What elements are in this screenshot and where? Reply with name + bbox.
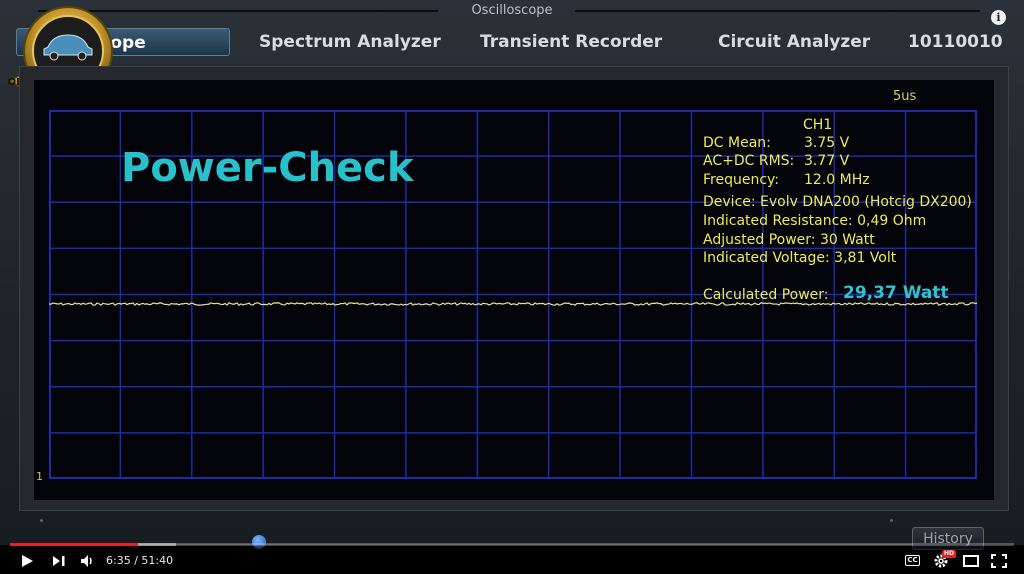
readout-frequency: Frequency: 12.0 MHz	[703, 172, 870, 188]
timebase-label: 5us	[893, 89, 917, 104]
channel-marker: 1	[36, 470, 43, 483]
readout-dc-mean: DC Mean: 3.75 V	[703, 135, 849, 151]
channel-label: CH1	[803, 117, 833, 133]
readout-rms: AC+DC RMS: 3.77 V	[703, 153, 849, 169]
hd-badge: HD	[942, 550, 957, 558]
play-icon[interactable]	[20, 554, 34, 568]
theater-icon[interactable]	[963, 555, 979, 567]
calculated-power-label: Calculated Power:	[703, 287, 829, 303]
adjusted-power-line: Adjusted Power: 30 Watt	[703, 232, 875, 248]
indicated-voltage-line: Indicated Voltage: 3,81 Volt	[703, 250, 897, 266]
readout-value: 12.0 MHz	[804, 172, 870, 188]
tab-transient-recorder[interactable]: Transient Recorder	[480, 28, 662, 56]
video-time: 6:35 / 51:40	[106, 554, 174, 567]
next-icon[interactable]	[52, 555, 66, 567]
scale-tick	[890, 519, 893, 522]
overlay-title: Power-Check	[121, 145, 414, 191]
tab-binary[interactable]: 10110010	[908, 28, 1003, 56]
tab-circuit-analyzer[interactable]: Circuit Analyzer	[718, 28, 870, 56]
volume-icon[interactable]	[80, 554, 96, 568]
cc-icon[interactable]: CC	[905, 555, 920, 566]
readout-label: DC Mean:	[703, 135, 771, 151]
signal-trace	[49, 302, 977, 306]
readout-value: 3.77 V	[804, 153, 850, 169]
video-buffer-bar	[137, 543, 176, 546]
readout-label: Frequency:	[703, 172, 780, 188]
calculated-power-value: 29,37 Watt	[843, 283, 949, 303]
info-icon[interactable]: i	[991, 10, 1006, 25]
scale-tick	[40, 519, 43, 522]
device-line: Device: Evolv DNA200 (Hotcig DX200)	[703, 194, 972, 210]
video-progress-fill	[10, 543, 138, 546]
fullscreen-icon[interactable]	[991, 554, 1007, 568]
readout-value: 3.75 V	[804, 135, 850, 151]
tab-spectrum-analyzer[interactable]: Spectrum Analyzer	[259, 28, 441, 56]
resistance-line: Indicated Resistance: 0,49 Ohm	[703, 213, 927, 229]
video-progress-bar[interactable]	[10, 543, 1014, 546]
readout-label: AC+DC RMS:	[703, 153, 795, 169]
oscilloscope-app: Oscilloscope i illoscope Spectrum Analyz…	[0, 0, 1024, 550]
